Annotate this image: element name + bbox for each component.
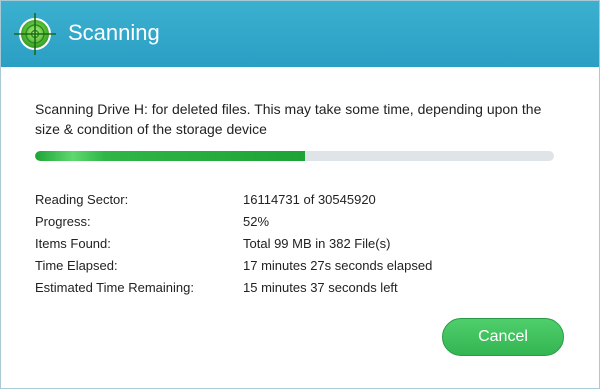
title-bar: Scanning [1,1,599,67]
stat-row-time-remaining: Estimated Time Remaining: 15 minutes 37 … [35,277,555,299]
stat-label: Estimated Time Remaining: [35,280,194,295]
stat-value: Total 99 MB in 382 File(s) [243,236,391,251]
cancel-button[interactable]: Cancel [442,318,564,356]
stat-label: Time Elapsed: [35,258,118,273]
progress-bar [35,151,554,161]
radar-target-icon [14,13,56,55]
scan-stats: Reading Sector: 16114731 of 30545920 Pro… [35,189,555,299]
stat-value: 17 minutes 27s seconds elapsed [243,258,433,273]
stat-value: 15 minutes 37 seconds left [243,280,398,295]
stat-label: Progress: [35,214,91,229]
stat-row-time-elapsed: Time Elapsed: 17 minutes 27s seconds ela… [35,255,555,277]
progress-bar-fill [35,151,305,161]
scan-message: Scanning Drive H: for deleted files. Thi… [35,101,542,137]
stat-value: 52% [243,214,270,229]
stat-row-items-found: Items Found: Total 99 MB in 382 File(s) [35,233,555,255]
stat-row-progress: Progress: 52% [35,211,555,233]
stat-label: Items Found: [35,236,111,251]
stat-value: 16114731 of 30545920 [243,192,376,207]
stat-row-reading-sector: Reading Sector: 16114731 of 30545920 [35,189,555,211]
stat-label: Reading Sector: [35,192,129,207]
scanning-dialog: Scanning Scanning Drive H: for deleted f… [0,0,600,389]
window-title: Scanning [68,20,160,45]
